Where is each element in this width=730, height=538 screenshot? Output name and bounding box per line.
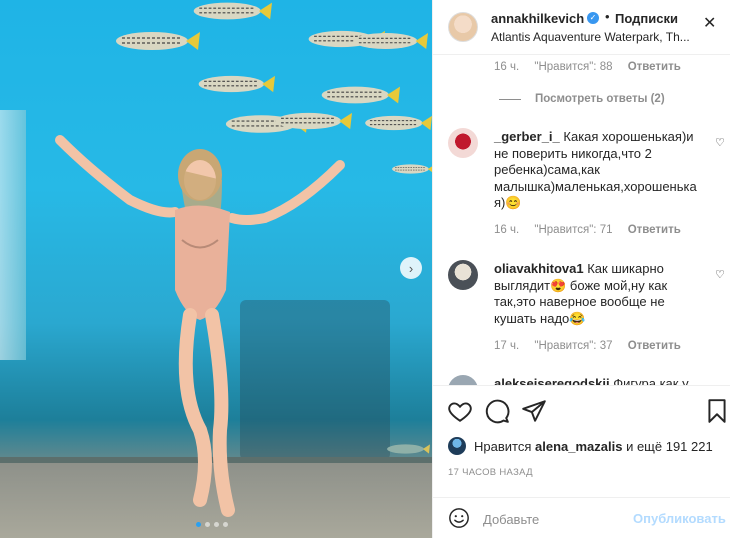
reply-button[interactable]: Ответить xyxy=(628,340,681,352)
comment-text: кушать надо😂 xyxy=(494,310,586,326)
comment-bubble-icon[interactable] xyxy=(484,398,510,424)
comment-likes[interactable]: "Нравится": 37 xyxy=(534,340,612,352)
comments-list[interactable]: 16 ч. "Нравится": 88 Ответить Посмотреть… xyxy=(433,55,730,385)
post-timestamp: 17 ЧАСОВ НАЗАД xyxy=(448,467,533,478)
commenter-avatar[interactable] xyxy=(448,375,478,385)
like-heart-icon[interactable] xyxy=(447,398,473,424)
emoji-smiley-icon[interactable] xyxy=(448,507,470,529)
comment-text: Фигура как у xyxy=(613,376,689,385)
add-comment-bar: Опубликовать xyxy=(433,497,730,538)
fish-illustration xyxy=(116,32,200,50)
comment-body: alekseiseregodskii Фигура как у xyxy=(494,376,704,385)
comment-body: oliavakhitova1 Как шикарно выглядит😍 бож… xyxy=(494,261,704,327)
comment-likes[interactable]: "Нравится": 71 xyxy=(534,224,612,236)
publish-button[interactable]: Опубликовать xyxy=(633,511,726,526)
fish-illustration xyxy=(392,164,432,174)
replies-divider xyxy=(499,98,521,100)
carousel-dot xyxy=(196,522,201,527)
comment-text: не поверить никогда,что 2 xyxy=(494,145,652,161)
carousel-dot xyxy=(223,522,228,527)
post-actions-bar xyxy=(433,385,730,437)
post-location[interactable]: Atlantis Aquaventure Waterpark, Th... xyxy=(491,30,691,44)
comment-likes[interactable]: "Нравится": 88 xyxy=(534,61,612,73)
post-header: annakhilkevich ✓ • Подписки Atlantis Aqu… xyxy=(433,0,730,55)
comment-meta: 16 ч. "Нравится": 71 Ответить xyxy=(494,224,681,236)
view-replies-label: Посмотреть ответы (2) xyxy=(535,93,665,105)
following-button[interactable]: Подписки xyxy=(615,11,678,26)
author-avatar[interactable] xyxy=(448,12,478,42)
comment-text: Как шикарно xyxy=(587,261,664,276)
likes-prefix: Нравится xyxy=(474,438,532,454)
post-side-panel: annakhilkevich ✓ • Подписки Atlantis Aqu… xyxy=(432,0,730,538)
separator-bullet: • xyxy=(605,9,610,24)
carousel-dot xyxy=(214,522,219,527)
fish-illustration xyxy=(198,75,275,93)
commenter-username[interactable]: oliavakhitova1 xyxy=(494,261,584,276)
comment-input[interactable] xyxy=(483,508,623,530)
share-paper-plane-icon[interactable] xyxy=(521,398,547,424)
comment-text: малышка)маленькая,хорошенька xyxy=(494,178,697,194)
commenter-avatar[interactable] xyxy=(448,260,478,290)
comment-time: 16 ч. xyxy=(494,224,520,236)
comment-text: я)😊 xyxy=(494,195,522,210)
person-figure xyxy=(55,135,345,517)
view-replies-button[interactable]: Посмотреть ответы (2) xyxy=(499,93,665,105)
like-comment-heart-icon[interactable]: ♡ xyxy=(715,136,725,149)
liker-avatar xyxy=(448,437,466,455)
commenter-username[interactable]: _gerber_i_ xyxy=(494,129,560,144)
fish-illustration xyxy=(365,115,432,131)
comment-meta: 17 ч. "Нравится": 37 Ответить xyxy=(494,340,681,352)
reply-button[interactable]: Ответить xyxy=(628,61,681,73)
liker-username[interactable]: alena_mazalis xyxy=(535,439,622,454)
comment-body: _gerber_i_ Какая хорошенькая)и не повери… xyxy=(494,129,704,212)
like-comment-heart-icon[interactable]: ♡ xyxy=(715,268,725,281)
fish-illustration xyxy=(321,86,400,104)
next-slide-button[interactable]: › xyxy=(400,257,422,279)
commenter-avatar[interactable] xyxy=(448,128,478,158)
likes-summary[interactable]: Нравится alena_mazalis и ещё 191 221 xyxy=(448,437,713,455)
comment-time: 16 ч. xyxy=(494,61,520,73)
fish-illustration xyxy=(353,33,428,49)
comment-text: ребенка)сама,как xyxy=(494,162,600,177)
aquarium-frame xyxy=(0,110,26,360)
comment-text: Какая хорошенькая)и xyxy=(563,129,694,144)
comment-text: выглядит😍 боже мой,ну как xyxy=(494,277,668,293)
fish-illustration xyxy=(275,112,352,130)
carousel-dot xyxy=(205,522,210,527)
more-options-icon[interactable]: ✕ xyxy=(703,13,716,33)
reply-button[interactable]: Ответить xyxy=(628,224,681,236)
save-bookmark-icon[interactable] xyxy=(704,398,730,424)
fish-illustration xyxy=(193,2,272,20)
comment-time: 17 ч. xyxy=(494,340,520,352)
verified-badge-icon: ✓ xyxy=(587,12,599,24)
comment-text: так,это наверное вообще не xyxy=(494,294,665,309)
post-media[interactable]: › xyxy=(0,0,432,538)
likes-count[interactable]: и ещё 191 221 xyxy=(626,439,713,454)
comment-meta: 16 ч. "Нравится": 88 Ответить xyxy=(494,61,681,73)
author-username[interactable]: annakhilkevich xyxy=(491,11,584,26)
commenter-username[interactable]: alekseiseregodskii xyxy=(494,376,610,385)
carousel-indicator xyxy=(196,522,228,527)
